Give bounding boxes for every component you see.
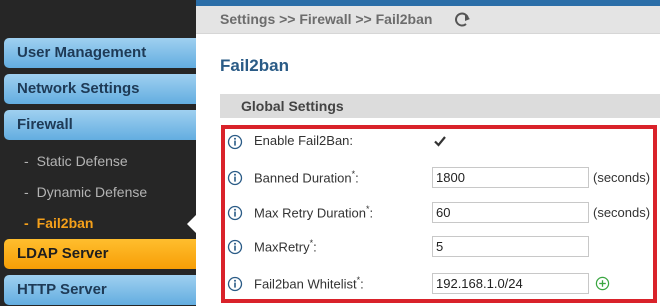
field-label-text: Max Retry Duration bbox=[254, 205, 366, 221]
unit-label: (seconds) bbox=[593, 170, 651, 185]
sidebar-subitem-static-defense[interactable]: - Static Defense bbox=[24, 151, 128, 171]
enable-fail2ban-checkbox[interactable] bbox=[432, 133, 448, 149]
field-row-enable-fail2ban: Enable Fail2Ban: bbox=[227, 131, 657, 153]
field-label: Max Retry Duration*: bbox=[254, 204, 373, 220]
sidebar-item-ldap-server[interactable]: LDAP Server bbox=[4, 239, 196, 269]
breadcrumb-bar: Settings >> Firewall >> Fail2ban bbox=[196, 6, 660, 34]
sidebar-subitem-label: Static Defense bbox=[36, 153, 128, 169]
info-icon[interactable] bbox=[227, 170, 243, 186]
info-icon[interactable] bbox=[227, 134, 243, 150]
max-retry-input[interactable] bbox=[432, 236, 589, 257]
field-row-banned-duration: Banned Duration*: (seconds) bbox=[227, 167, 657, 189]
label-colon: : bbox=[369, 205, 374, 221]
bullet-dash: - bbox=[24, 153, 29, 169]
label-colon: : bbox=[313, 239, 317, 255]
info-icon[interactable] bbox=[227, 276, 243, 292]
bullet-dash: - bbox=[24, 184, 29, 200]
field-row-fail2ban-whitelist: Fail2ban Whitelist*: bbox=[227, 273, 657, 295]
add-circle-icon[interactable] bbox=[595, 276, 610, 291]
label-colon: : bbox=[355, 170, 359, 186]
field-row-max-retry-duration: Max Retry Duration*: (seconds) bbox=[227, 202, 657, 224]
breadcrumb: Settings >> Firewall >> Fail2ban bbox=[220, 11, 433, 27]
section-header-global-settings: Global Settings bbox=[220, 94, 660, 118]
field-label: Banned Duration*: bbox=[254, 169, 359, 185]
info-icon[interactable] bbox=[227, 239, 243, 255]
sidebar-subitem-label: Fail2ban bbox=[36, 215, 94, 231]
label-colon: : bbox=[360, 276, 364, 292]
sidebar-item-network-settings[interactable]: Network Settings bbox=[4, 74, 196, 104]
sidebar-subitem-fail2ban[interactable]: - Fail2ban bbox=[24, 213, 93, 233]
refresh-icon[interactable] bbox=[452, 10, 472, 30]
active-item-pointer bbox=[187, 215, 196, 233]
banned-duration-input[interactable] bbox=[432, 167, 589, 188]
max-retry-duration-input[interactable] bbox=[432, 202, 589, 223]
info-icon[interactable] bbox=[227, 205, 243, 221]
field-label: MaxRetry*: bbox=[254, 238, 317, 254]
main-panel: Settings >> Firewall >> Fail2ban Fail2ba… bbox=[196, 6, 660, 306]
sidebar-subitem-label: Dynamic Defense bbox=[36, 184, 148, 200]
sidebar: User Management Network Settings Firewal… bbox=[0, 0, 196, 306]
field-label-text: MaxRetry bbox=[254, 239, 310, 255]
sidebar-item-firewall[interactable]: Firewall bbox=[4, 110, 196, 140]
field-label: Fail2ban Whitelist*: bbox=[254, 275, 364, 291]
sidebar-item-user-management[interactable]: User Management bbox=[4, 38, 196, 68]
field-row-max-retry: MaxRetry*: bbox=[227, 236, 657, 258]
whitelist-input[interactable] bbox=[432, 273, 589, 294]
unit-label: (seconds) bbox=[593, 205, 651, 220]
field-label: Enable Fail2Ban: bbox=[254, 133, 354, 148]
page-title: Fail2ban bbox=[220, 56, 289, 75]
bullet-dash: - bbox=[24, 215, 29, 231]
sidebar-subitem-dynamic-defense[interactable]: - Dynamic Defense bbox=[24, 182, 147, 202]
sidebar-item-http-server[interactable]: HTTP Server bbox=[4, 275, 196, 305]
field-label-text: Fail2ban Whitelist bbox=[254, 276, 357, 292]
field-label-text: Banned Duration bbox=[254, 170, 352, 186]
